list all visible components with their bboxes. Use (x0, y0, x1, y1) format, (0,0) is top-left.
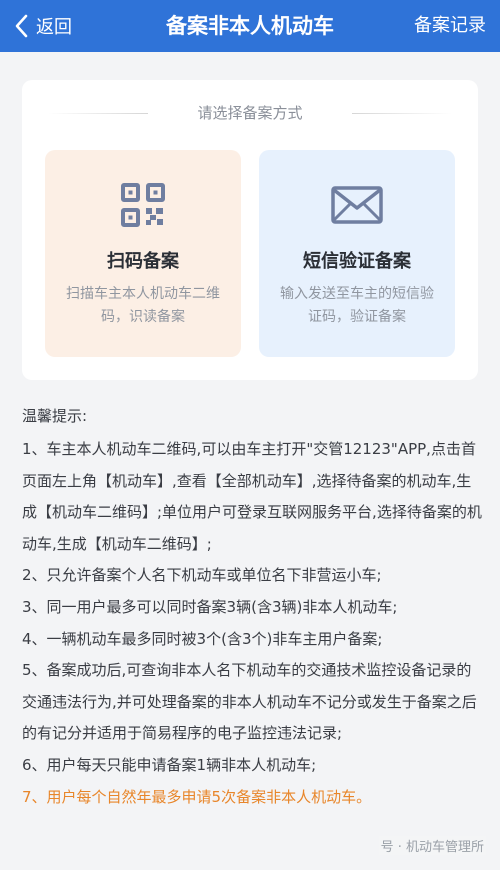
divider-right (352, 113, 452, 114)
watermark: 号 · 机动车管理所 (378, 836, 486, 855)
tips-heading: 温馨提示: (22, 407, 88, 425)
tip-item-highlighted: 7、用户每个自然年最多申请5次备案非本人机动车。 (22, 787, 372, 806)
tip-item: 4、一辆机动车最多同时被3个(含3个)非车主用户备案; (22, 629, 383, 648)
tip-item: 1、车主本人机动车二维码,可以由车主打开"交管12123"APP,点击首页面左上… (22, 440, 482, 553)
sms-verify-title: 短信验证备案 (303, 251, 411, 272)
tip-item: 3、同一用户最多可以同时备案3辆(含3辆)非本人机动车; (22, 597, 398, 616)
qr-code-icon (121, 183, 165, 227)
tip-item: 5、备案成功后,可查询非本人名下机动车的交通技术监控设备记录的交通违法行为,并可… (22, 661, 477, 743)
envelope-icon (331, 186, 383, 224)
tip-item: 2、只允许备案个人名下机动车或单位名下非营运小车; (22, 566, 382, 585)
scan-qr-description: 扫描车主本人机动车二维码，识读备案 (66, 286, 220, 325)
method-chooser-card: 请选择备案方式 扫码备案 扫描车主本人机动车二维码，识读备案 短信验证备案 输入… (22, 80, 478, 380)
tips-section: 温馨提示: 1、车主本人机动车二维码,可以由车主打开"交管12123"APP,点… (22, 400, 484, 813)
top-nav-bar: 返回 备案非本人机动车 备案记录 (0, 0, 500, 52)
scan-qr-option[interactable]: 扫码备案 扫描车主本人机动车二维码，识读备案 (45, 150, 241, 357)
sms-verify-option[interactable]: 短信验证备案 输入发送至车主的短信验证码，验证备案 (259, 150, 455, 357)
tip-item: 6、用户每天只能申请备案1辆非本人机动车; (22, 755, 317, 774)
records-button[interactable]: 备案记录 (414, 0, 486, 52)
sms-verify-description: 输入发送至车主的短信验证码，验证备案 (280, 286, 434, 325)
scan-qr-title: 扫码备案 (107, 251, 179, 272)
